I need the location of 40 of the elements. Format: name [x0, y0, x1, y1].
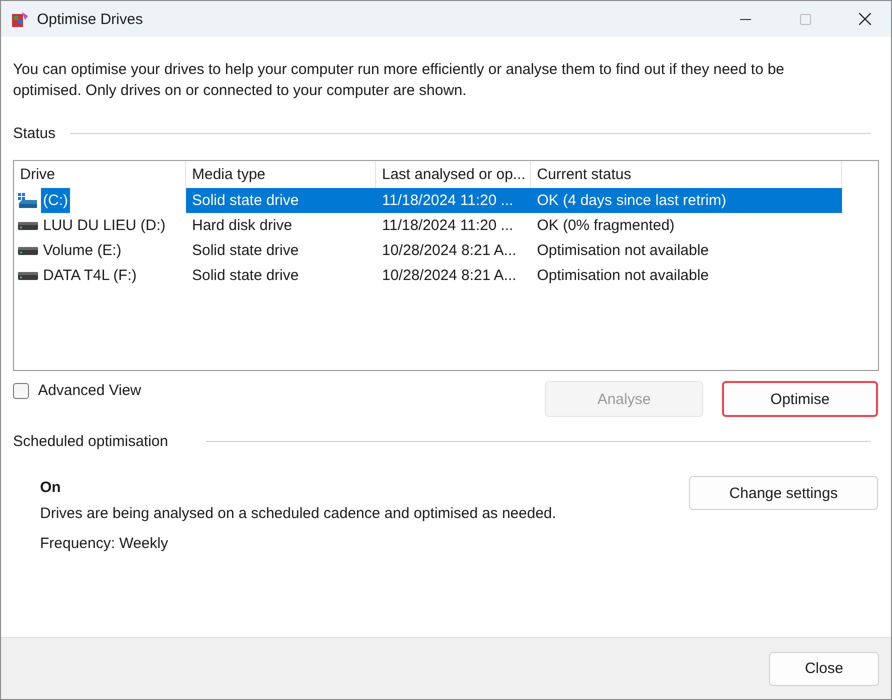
drive-icon	[18, 222, 38, 230]
change-settings-button[interactable]: Change settings	[689, 476, 878, 510]
drive-icon	[18, 246, 38, 254]
table-cell-text: Optimisation not available	[536, 241, 710, 261]
app-icon	[11, 10, 29, 28]
table-cell-text: 10/28/2024 8:21 A...	[381, 241, 518, 261]
checkbox[interactable]	[13, 382, 29, 398]
schedule-frequency: Frequency: Weekly	[40, 535, 170, 552]
section-heading: Status	[13, 125, 56, 142]
table-cell: OK (4 days since last retrim)	[531, 188, 842, 213]
drive-row[interactable]: Volume (E:) Solid state drive 10/28/2024 8:21 A... Optimisation not available	[14, 238, 842, 263]
table-cell-text: 11/18/2024 11:20 ...	[381, 216, 514, 236]
window-title: Optimise Drives	[37, 10, 144, 28]
minimize-icon	[740, 18, 750, 20]
schedule-description: Drives are being analysed on a scheduled cadence and optimised as needed.	[40, 505, 558, 522]
drive-icon	[18, 272, 38, 280]
table-cell-text: OK (0% fragmented)	[536, 216, 676, 236]
optimise-button[interactable]: Optimise	[722, 381, 878, 417]
section-heading: Scheduled optimisation	[13, 433, 168, 450]
table-cell-text: Solid state drive	[191, 266, 300, 286]
table-cell-text: Hard disk drive	[191, 216, 294, 236]
table-cell: (C:)	[41, 188, 70, 213]
table-cell: Solid state drive	[186, 188, 376, 213]
table-cell-text: Optimisation not available	[536, 266, 710, 286]
close-dialog-button[interactable]: Close	[769, 652, 879, 686]
table-cell-text: DATA T4L (F:)	[42, 266, 138, 286]
table-cell-text: Volume (E:)	[42, 241, 122, 261]
system-drive-icon	[18, 192, 38, 208]
maximize-icon	[800, 14, 810, 24]
checkbox-label[interactable]: Advanced View	[38, 382, 142, 399]
intro-text: You can optimise your drives to help your computer run more efficiently or analyse them to find out if they need to be optimised. Only drives on or connected to your computer are shown.	[13, 60, 786, 101]
close-icon	[859, 13, 871, 25]
drive-row[interactable]: (C:) Solid state drive 11/18/2024 11:20 ... OK (4 days since last retrim)	[14, 188, 842, 213]
drive-row[interactable]: DATA T4L (F:) Solid state drive 10/28/2024 8:21 A... Optimisation not available	[14, 263, 842, 288]
table-cell-text: LUU DU LIEU (D:)	[42, 216, 167, 236]
table-cell: 11/18/2024 11:20 ...	[376, 188, 531, 213]
schedule-state: On	[40, 479, 62, 496]
table-cell-text: Solid state drive	[191, 241, 300, 261]
drive-row[interactable]: LUU DU LIEU (D:) Hard disk drive 11/18/2024 11:20 ... OK (0% fragmented)	[14, 213, 842, 238]
table-cell-text: 10/28/2024 8:21 A...	[381, 266, 518, 286]
